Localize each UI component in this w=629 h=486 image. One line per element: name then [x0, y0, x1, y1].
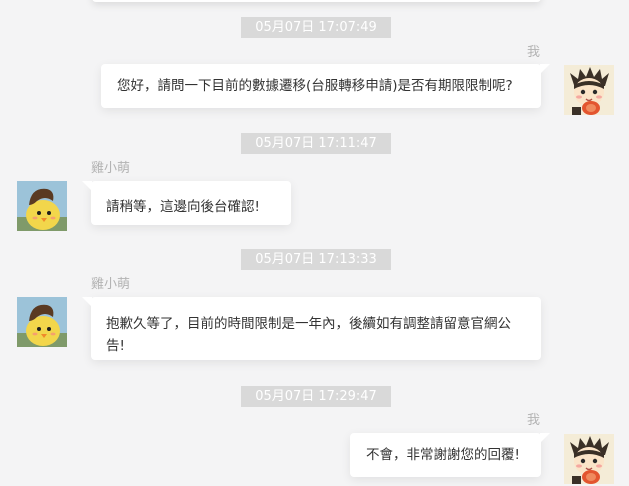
- self-name-label: 我: [527, 413, 541, 428]
- message-text: 抱歉久等了，目前的時間限制是一年內，後續如有調整請留意官網公告!: [106, 316, 511, 354]
- self-name-label: 我: [527, 45, 541, 60]
- message-text: 請稍等，這邊向後台確認!: [106, 199, 260, 215]
- user-message-bubble: 不會，非常謝謝您的回覆!: [350, 433, 550, 477]
- message-timestamp: 05月07日 17:29:47: [241, 386, 391, 407]
- message-timestamp: 05月07日 17:13:33: [241, 249, 391, 270]
- message-timestamp: 05月07日 17:11:47: [241, 133, 391, 154]
- message-text: 您好，請問一下目前的數據遷移(台服轉移申請)是否有期限限制呢?: [117, 78, 513, 94]
- agent-message-bubble: 抱歉久等了，目前的時間限制是一年內，後續如有調整請留意官網公告!: [82, 297, 541, 360]
- agent-avatar-icon: [17, 181, 67, 231]
- previous-message-bubble: [92, 0, 541, 2]
- agent-avatar-icon: [17, 297, 67, 347]
- user-avatar-icon: [564, 65, 614, 115]
- agent-name-label: 雞小萌: [91, 161, 131, 176]
- message-text: 不會，非常謝謝您的回覆!: [366, 447, 520, 463]
- agent-message-bubble: 請稍等，這邊向後台確認!: [82, 181, 291, 225]
- message-timestamp: 05月07日 17:07:49: [241, 17, 391, 38]
- user-avatar-icon: [564, 434, 614, 484]
- user-message-bubble: 您好，請問一下目前的數據遷移(台服轉移申請)是否有期限限制呢?: [101, 64, 550, 108]
- chat-window: 05月07日 17:07:49 我 您好，請問一下目前的數據遷移(台服轉移申請)…: [0, 0, 629, 486]
- agent-name-label: 雞小萌: [91, 277, 131, 292]
